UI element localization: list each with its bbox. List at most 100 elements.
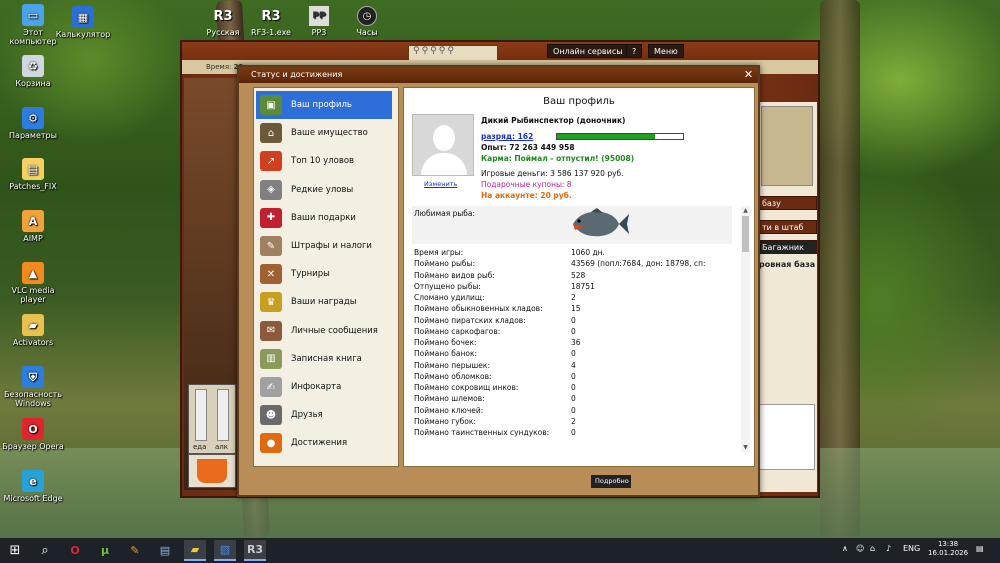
notepad-icon[interactable]: ▤ — [154, 540, 176, 561]
online-services-button[interactable]: Онлайн сервисы — [547, 44, 629, 58]
help-button[interactable]: ? — [626, 44, 643, 58]
details-button[interactable]: Подробно — [591, 475, 631, 488]
menu-item-mail[interactable]: ✉ Личные сообщения — [256, 317, 392, 345]
change-avatar-link[interactable]: Изменить — [424, 180, 457, 188]
rank-link[interactable]: разряд: 162 — [481, 132, 533, 141]
menu-item-chart[interactable]: ↗ Топ 10 уловов — [256, 147, 392, 175]
headquarters-button[interactable]: ти в штаб — [757, 220, 817, 234]
stat-label: Поймано губок: — [414, 416, 476, 426]
menu-item-label: Ваши награды — [291, 297, 357, 308]
stat-value: 0 — [571, 405, 576, 415]
desktop: ▭ Этот компьютер ♻ Корзина ⚙ Параметры ▤ Patche… — [0, 0, 1000, 538]
menu-item-info-card[interactable]: ✍ Инфокарта — [256, 373, 392, 401]
map-thumbnail[interactable] — [761, 106, 813, 186]
menu-item-rare-catch[interactable]: ◈ Редкие уловы — [256, 176, 392, 204]
desktop-icon-pp3[interactable]: PP PP3 — [294, 6, 344, 37]
photos-icon[interactable]: ▧ — [214, 540, 236, 561]
menu-item-friends[interactable]: ☻ Друзья — [256, 401, 392, 429]
piranha-icon — [573, 208, 629, 237]
stat-label: Поймано перышек: — [414, 360, 490, 370]
paint-icon[interactable]: ✎ — [124, 540, 146, 561]
mail-icon: ✉ — [260, 320, 282, 341]
menu-item-achievements[interactable]: ● Достижения — [256, 429, 392, 457]
stat-value: 18751 — [571, 281, 595, 291]
desktop-icon-gear[interactable]: ⚙ Параметры — [2, 107, 64, 140]
stat-value: 15 — [571, 304, 581, 314]
desktop-icon-clock[interactable]: ◷ Часы — [342, 6, 392, 37]
menu-item-label: Записная книга — [291, 353, 362, 364]
stat-label: Поймано пиратских кладов: — [414, 315, 526, 325]
menu-item-tournament[interactable]: ✕ Турниры — [256, 260, 392, 288]
search-icon[interactable]: ⌕ — [34, 540, 56, 561]
aimp-icon: A — [22, 210, 44, 232]
network-icon[interactable]: ⌂ — [870, 544, 875, 553]
menu-item-label: Турниры — [291, 269, 330, 280]
stat-row: Поймано перышек: 4 — [414, 361, 734, 372]
opera-icon[interactable]: O — [64, 540, 86, 561]
language-indicator[interactable]: ENG — [903, 544, 920, 553]
menu-item-trophy[interactable]: ♛ Ваши награды — [256, 288, 392, 316]
stat-label: Поймано рыбы: — [414, 259, 475, 269]
volume-icon[interactable]: ♪ — [886, 544, 891, 553]
desktop-icon-edge[interactable]: e Microsoft Edge — [2, 470, 64, 503]
profile-title: Ваш профиль — [543, 96, 615, 107]
right-panel: базу ти в штаб Багажник ровная база — [757, 102, 817, 492]
stats-scrollbar[interactable]: ▲ ▼ — [741, 206, 750, 452]
close-icon[interactable]: ✕ — [742, 69, 755, 81]
meters: еда алк — [188, 384, 236, 454]
clock-date: 16.01.2026 — [928, 549, 969, 557]
desktop-icon-rf3[interactable]: R3 RF3-1.exe — [246, 6, 296, 38]
clock[interactable]: 13:38 16.01.2026 — [928, 540, 968, 558]
karma: Карма: Поймал - отпустил! (95008) — [481, 154, 635, 163]
stat-value: 0 — [571, 371, 576, 381]
stat-label: Поймано сокровищ инков: — [414, 383, 519, 392]
utorrent-icon[interactable]: µ — [94, 540, 116, 561]
people-icon[interactable]: ☺ — [856, 544, 864, 553]
stat-row: Поймано ключей: 0 — [414, 406, 734, 417]
scroll-thumb[interactable] — [742, 216, 749, 252]
stat-label: Сломано удилищ: — [414, 293, 485, 302]
notebook-icon: ▥ — [260, 348, 282, 369]
menu-button[interactable]: Меню — [648, 44, 684, 58]
stat-row: Поймано банок: 0 — [414, 349, 734, 360]
desktop-icon-calculator[interactable]: ▦ Калькулятор — [52, 6, 114, 39]
stat-row: Поймано обломков: 0 — [414, 372, 734, 383]
menu-item-gift[interactable]: ✚ Ваши подарки — [256, 204, 392, 232]
windows-start-icon[interactable]: ⊞ — [4, 540, 26, 561]
fine-icon: ✎ — [260, 236, 282, 256]
desktop-icon-recycle-bin[interactable]: ♻ Корзина — [2, 55, 64, 88]
gear-icon: ⚙ — [22, 107, 44, 129]
base-title: ровная база — [759, 260, 816, 269]
trunk-button[interactable]: Багажник — [757, 240, 817, 254]
menu-item-profile[interactable]: ▣ Ваш профиль — [256, 91, 392, 119]
desktop-icon-file[interactable]: ▤ Patches_FIX — [2, 158, 64, 191]
r3-icon[interactable]: R3 — [244, 540, 266, 561]
menu-item-fine[interactable]: ✎ Штрафы и налоги — [256, 232, 392, 260]
explorer-icon[interactable]: ▰ — [184, 540, 206, 561]
stat-label: Поймано банок: — [414, 349, 478, 359]
menu-item-notebook[interactable]: ▥ Записная книга — [256, 345, 392, 373]
stat-label: Время игры: — [414, 248, 464, 257]
notification-icon[interactable]: ▤ — [976, 544, 984, 553]
bucket-icon — [197, 459, 227, 483]
chevron-up-icon[interactable]: ∧ — [842, 544, 848, 553]
bucket[interactable] — [188, 454, 236, 488]
desktop-icon-russkaya[interactable]: R3 Русская — [198, 6, 248, 38]
desktop-icon-vlc[interactable]: ▲ VLC media player — [2, 262, 64, 304]
chat-box[interactable] — [759, 404, 815, 470]
menu-item-label: Топ 10 уловов — [291, 156, 355, 167]
stat-value: 2 — [571, 293, 576, 302]
desktop-icon-aimp[interactable]: A AIMP — [2, 210, 64, 243]
scroll-down-icon[interactable]: ▼ — [741, 444, 750, 451]
menu-item-label: Ваши подарки — [291, 212, 356, 223]
stat-value: 0 — [571, 394, 576, 404]
desktop-icon-shield[interactable]: ⛨ Безопасность Windows — [2, 366, 64, 408]
rank-progress-bar — [556, 133, 684, 140]
base-button[interactable]: базу — [757, 196, 817, 210]
scroll-up-icon[interactable]: ▲ — [741, 207, 750, 214]
stat-row: Поймано бочек: 36 — [414, 338, 734, 349]
profile-icon: ▣ — [260, 95, 282, 115]
menu-item-property[interactable]: ⌂ Ваше имущество — [256, 119, 392, 147]
desktop-icon-folder[interactable]: ▰ Activators — [2, 314, 64, 347]
desktop-icon-opera[interactable]: O Браузер Opera — [2, 418, 64, 451]
